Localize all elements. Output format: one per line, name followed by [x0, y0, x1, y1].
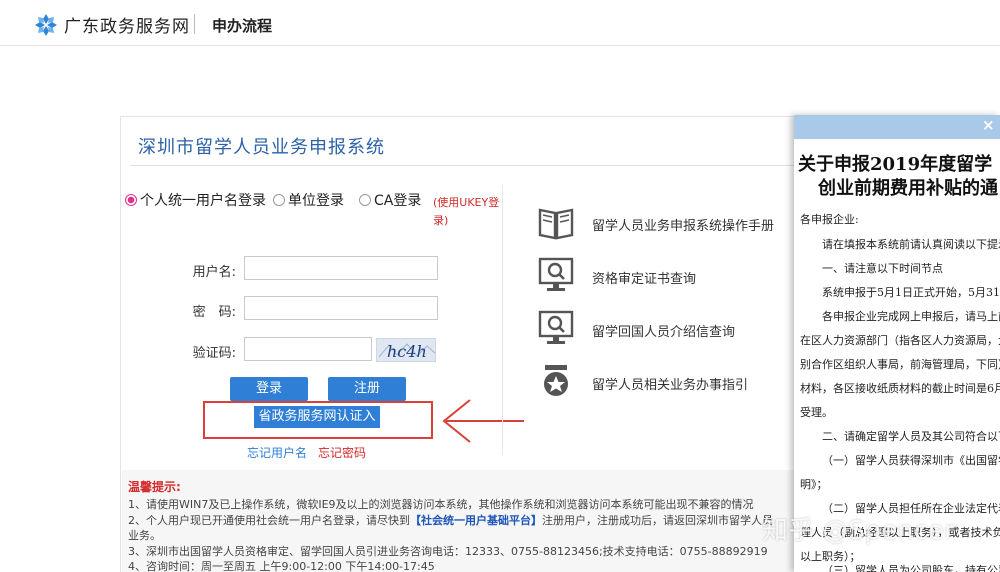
notice-paragraph: 各申报企业完成网上申报后，请马上前 [822, 310, 1000, 323]
username-input[interactable] [244, 256, 438, 280]
notice-paragraph: 材料，各区接收纸质材料的截止时间是6月 [800, 382, 1000, 395]
login-button[interactable]: 登录 [230, 377, 308, 401]
notice-paragraph: 系统申报于5月1日正式开始，5月31日 [822, 286, 1000, 299]
notice-paragraph: 各申报企业: [800, 213, 859, 226]
tip-line: 3、深圳市出国留学人员资格审定、留学回国人员引进业务咨询电话：12333、075… [128, 545, 768, 558]
password-input[interactable] [244, 296, 438, 320]
radio-dot-icon[interactable] [273, 194, 285, 206]
radio-unit-login[interactable]: 单位登录 [273, 190, 344, 210]
captcha-image[interactable]: hc4h [376, 338, 436, 362]
notice-popup: × 关于申报2019年度留学 创业前期费用补贴的通 各申报企业: 请在填报本系统… [794, 115, 1000, 572]
radio-dot-icon[interactable] [125, 194, 137, 206]
notice-paragraph: 别合作区组织人事局，前海管理局，下同） [800, 358, 1000, 371]
forgot-username-link[interactable]: 忘记用户名 [247, 444, 307, 461]
tip-line: 2、个人用户现已开通使用社会统一用户名登录，请尽快到【社会统一用户基础平台】注册… [128, 514, 773, 527]
forgot-password-link[interactable]: 忘记密码 [318, 444, 366, 461]
notice-title: 关于申报2019年度留学 创业前期费用补贴的通 [798, 154, 998, 199]
radio-dot-icon[interactable] [359, 194, 371, 206]
column-divider [502, 185, 503, 455]
notice-paragraph: 在区人力资源部门（指各区人力资源局，大 [800, 334, 1000, 347]
process-title: 申办流程 [212, 17, 273, 35]
book-icon [538, 208, 574, 240]
notice-paragraph: （一）留学人员获得深圳市《出国留学 [822, 454, 1000, 467]
tip-line: 4、咨询时间：周一至周五 上午9:00-12:00 下午14:00-17:45 [128, 560, 435, 572]
radio-personal-login[interactable]: 个人统一用户名登录 [125, 190, 266, 210]
register-button[interactable]: 注册 [328, 377, 406, 401]
top-header: 广东政务服务网 申办流程 [0, 0, 1000, 46]
radio-ca-login[interactable]: CA登录 [359, 190, 421, 210]
service-label: 留学人员相关业务办事指引 [592, 378, 749, 393]
guangdong-gov-logo-icon[interactable] [34, 13, 58, 37]
service-label: 留学回国人员介绍信查询 [592, 325, 736, 340]
password-label: 密 码: [192, 305, 236, 320]
unified-platform-link[interactable]: 【社会统一用户基础平台】 [410, 514, 542, 527]
captcha-input[interactable] [244, 337, 372, 361]
medal-icon [544, 365, 568, 396]
captcha-text: hc4h [387, 342, 427, 361]
notice-paragraph: 一、请注意以下时间节点 [822, 262, 943, 275]
tips-title: 温馨提示: [128, 480, 181, 494]
tip-line: 业务。 [128, 529, 161, 542]
brand-name[interactable]: 广东政务服务网 [64, 12, 190, 37]
username-label: 用户名: [192, 265, 236, 280]
notice-paragraph: 明》； [800, 478, 828, 491]
highlight-box [203, 401, 433, 439]
zhihu-watermark: 知乎 @Spencer [762, 516, 955, 546]
tip-line: 1、请使用WIN7及已上操作系统，微软IE9及以上的浏览器访问本系统，其他操作系… [128, 498, 754, 511]
ukey-note: (使用UKEY登录) [433, 196, 500, 227]
captcha-noise-graphic: hc4h [378, 342, 436, 361]
service-label: 资格审定证书查询 [592, 272, 697, 287]
system-title: 深圳市留学人员业务申报系统 [138, 137, 385, 158]
monitor-search-icon [538, 257, 574, 291]
notice-paragraph: 二、请确定留学人员及其公司符合以下 [822, 430, 1000, 443]
header-divider [194, 14, 195, 34]
title-divider [130, 165, 870, 166]
popup-titlebar: × [794, 115, 1000, 139]
service-label: 留学人员业务申报系统操作手册 [592, 219, 775, 234]
notice-paragraph: 请在填报本系统前请认真阅读以下提示 [822, 238, 1000, 251]
notice-paragraph: （三）留学人员为公司股东，持有公司 [822, 564, 1000, 572]
captcha-label: 验证码: [192, 346, 236, 361]
notice-paragraph: 受理。 [800, 406, 833, 419]
monitor-search-icon [538, 310, 574, 344]
red-arrow-icon [442, 399, 524, 443]
close-icon[interactable]: × [982, 116, 995, 134]
